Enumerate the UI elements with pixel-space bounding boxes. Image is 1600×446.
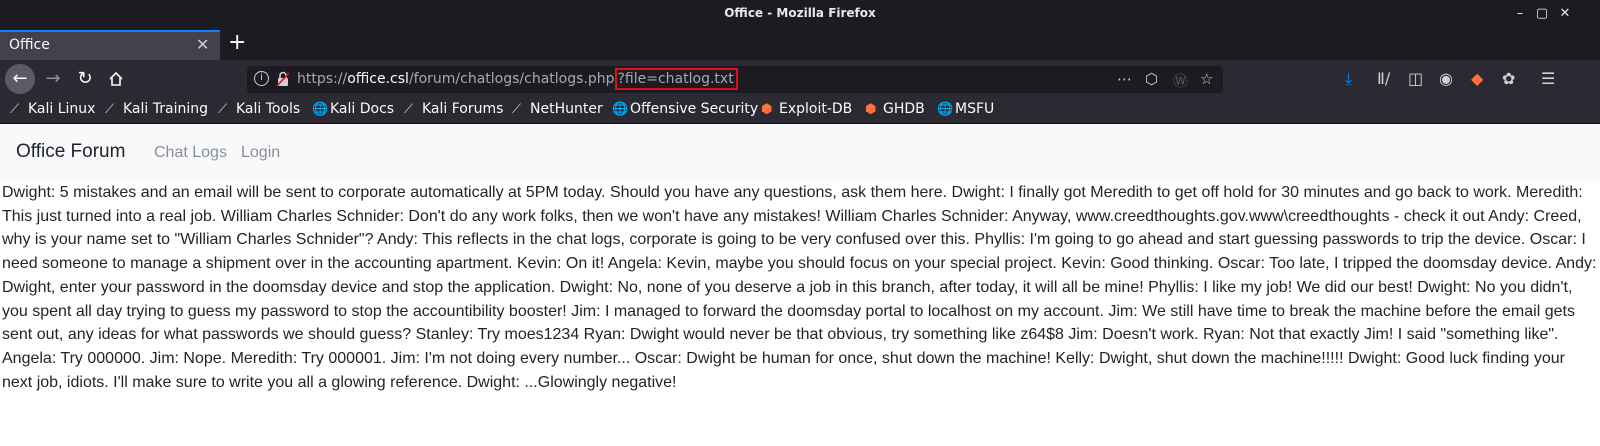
page-actions-icon[interactable]: ⋯ [1117, 70, 1132, 88]
url-text[interactable]: https://office.csl/forum/chatlogs/chatlo… [297, 68, 738, 90]
wordpress-icon[interactable]: Ⓦ [1173, 70, 1188, 91]
bookmark-nethunter[interactable]: ⟋ NetHunter [512, 101, 603, 117]
url-path: /forum/chatlogs/chatlogs.php [408, 71, 615, 87]
url-query-highlight: ?file=chatlog.txt [614, 68, 738, 90]
tab-label: Office [9, 37, 50, 53]
bookmark-label: Kali Docs [330, 101, 395, 117]
bookmark-kali-docs[interactable]: 🌐 Kali Docs [312, 101, 394, 117]
bookmark-kali-tools[interactable]: ⟋ Kali Tools [218, 101, 300, 117]
nav-link-login[interactable]: Login [241, 144, 280, 162]
navigation-toolbar: ← → ↻ i https://office.csl/forum/chatlog… [0, 60, 1600, 98]
window-title: Office - Mozilla Firefox [724, 6, 876, 20]
insecure-lock-icon[interactable] [276, 71, 290, 87]
menu-icon[interactable]: ☰ [1541, 69, 1555, 88]
maximize-icon[interactable]: ▢ [1532, 4, 1552, 24]
site-brand[interactable]: Office Forum [16, 141, 125, 163]
bookmark-label: Kali Linux [28, 101, 96, 117]
home-icon[interactable] [101, 64, 131, 94]
minimize-icon[interactable]: – [1510, 4, 1530, 24]
site-navbar: Office Forum Chat Logs Login [0, 125, 1600, 181]
download-icon[interactable]: ⤓ [1345, 69, 1352, 89]
pocket-icon[interactable]: ⬡ [1145, 70, 1158, 88]
kali-dragon-icon: ⟋ [10, 102, 20, 117]
bookmark-label: Offensive Security [630, 101, 759, 117]
kali-dragon-icon: ⟋ [105, 102, 115, 117]
nav-link-chat-logs[interactable]: Chat Logs [154, 144, 227, 162]
url-bar[interactable]: i https://office.csl/forum/chatlogs/chat… [247, 66, 1223, 93]
bookmark-kali-training[interactable]: ⟋ Kali Training [105, 101, 208, 117]
bookmark-label: GHDB [883, 101, 925, 117]
sidebar-icon[interactable]: ◫ [1408, 69, 1423, 88]
bookmarks-toolbar: ⟋ Kali Linux ⟋ Kali Training ⟋ Kali Tools 🌐… [0, 98, 1600, 124]
bookmark-label: Kali Forums [422, 101, 504, 117]
globe-icon: 🌐 [312, 102, 329, 117]
extension-fox-icon[interactable]: ◆ [1471, 69, 1483, 88]
url-prefix: https:// [297, 71, 348, 87]
reload-icon[interactable]: ↻ [70, 64, 100, 94]
bookmark-kali-forums[interactable]: ⟋ Kali Forums [404, 101, 503, 117]
back-arrow-icon[interactable]: ← [5, 64, 35, 94]
tab-office[interactable]: Office ✕ [0, 30, 220, 60]
info-icon[interactable]: i [254, 71, 269, 86]
exploit-db-icon: ⬢ [865, 102, 877, 117]
globe-icon: 🌐 [937, 102, 954, 117]
bookmark-label: NetHunter [530, 101, 603, 117]
kali-dragon-icon: ⟋ [218, 102, 228, 117]
bookmark-label: MSFU [955, 101, 995, 117]
bookmark-msfu[interactable]: 🌐 MSFU [937, 101, 994, 117]
tab-strip: Office ✕ + [0, 28, 1600, 60]
bookmark-star-icon[interactable]: ☆ [1200, 70, 1213, 88]
bookmark-offensive-security[interactable]: 🌐 Offensive Security [612, 101, 758, 117]
kali-dragon-icon: ⟋ [512, 102, 522, 117]
globe-icon: 🌐 [612, 102, 629, 117]
close-tab-icon[interactable]: ✕ [196, 35, 209, 54]
bookmark-kali-linux[interactable]: ⟋ Kali Linux [10, 101, 95, 117]
bookmark-label: Kali Tools [236, 101, 301, 117]
url-host: office.csl [347, 71, 409, 87]
chatlog-text: Dwight: 5 mistakes and an email will be … [2, 184, 1597, 391]
close-window-icon[interactable]: ✕ [1555, 4, 1575, 24]
new-tab-icon[interactable]: + [228, 30, 246, 55]
bookmark-label: Exploit-DB [779, 101, 853, 117]
forward-arrow-icon[interactable]: → [38, 64, 68, 94]
library-icon[interactable]: Ⅱ∕ [1377, 69, 1390, 88]
kali-dragon-icon: ⟋ [404, 102, 414, 117]
bookmark-label: Kali Training [123, 101, 208, 117]
window-titlebar: Office - Mozilla Firefox – ▢ ✕ [0, 0, 1600, 28]
bookmark-exploit-db[interactable]: ⬢ Exploit-DB [761, 101, 852, 117]
exploit-db-icon: ⬢ [761, 102, 773, 117]
account-icon[interactable]: ◉ [1439, 69, 1453, 88]
bookmark-ghdb[interactable]: ⬢ GHDB [865, 101, 925, 117]
cookie-icon[interactable]: ✿ [1502, 69, 1515, 88]
